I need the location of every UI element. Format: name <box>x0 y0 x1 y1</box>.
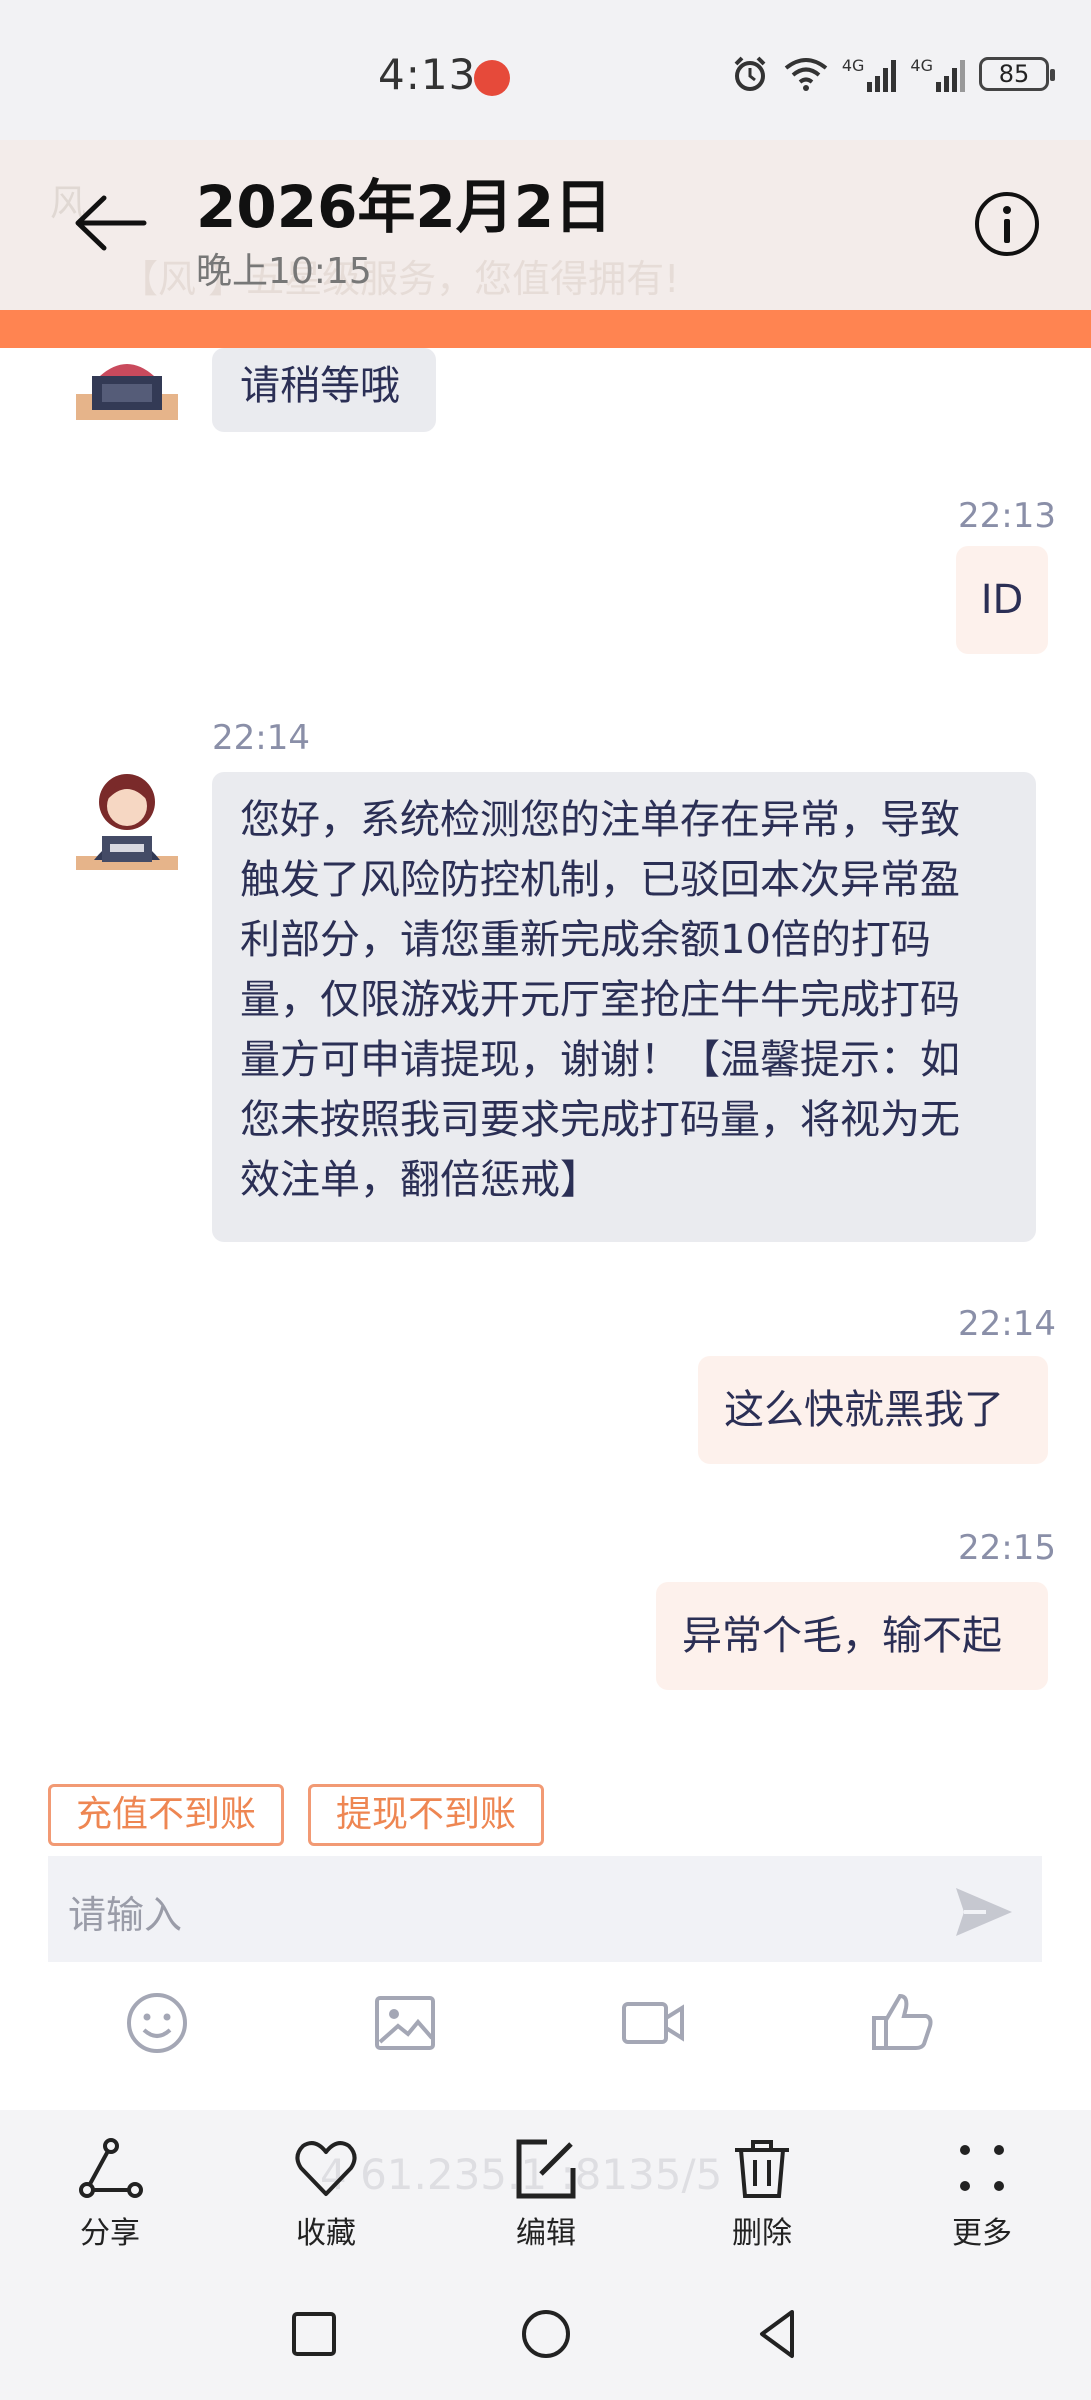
message-input[interactable]: 请输入 <box>48 1856 1042 1962</box>
status-time: 4:13 <box>378 50 477 99</box>
bottom-action-bar: 4 61.235.1 :8135/5 分享 收藏 编辑 删除 更多 <box>0 2110 1091 2264</box>
info-icon[interactable] <box>973 190 1041 258</box>
edit-icon <box>516 2139 576 2199</box>
chat-area[interactable]: 请稍等哦 22:13 ID 22:14 您好，系统检测您的注单存在异常，导致 触… <box>0 348 1091 1768</box>
signal-icon-2: 4G <box>910 56 965 92</box>
message-timestamp: 22:13 <box>958 496 1056 536</box>
heart-icon <box>295 2141 357 2196</box>
battery-icon: 85 <box>979 57 1055 91</box>
agent-avatar[interactable] <box>72 764 182 874</box>
more-icon <box>960 2145 1004 2191</box>
message-line: 触发了风险防控机制，已驳回本次异常盈 <box>240 857 960 903</box>
action-label: 编辑 <box>516 2216 576 2251</box>
status-bar: 4:13 4G 4G 85 <box>0 0 1091 140</box>
message-bubble-out[interactable]: 异常个毛，输不起 <box>656 1582 1048 1690</box>
image-icon[interactable] <box>372 1990 438 2056</box>
message-bubble-out[interactable]: 这么快就黑我了 <box>698 1356 1048 1464</box>
quick-reply-recharge[interactable]: 充值不到账 <box>48 1784 284 1846</box>
message-text: 请稍等哦 <box>240 363 400 409</box>
message-bubble-in[interactable]: 您好，系统检测您的注单存在异常，导致 触发了风险防控机制，已驳回本次异常盈 利部… <box>212 772 1036 1242</box>
system-nav-bar <box>0 2264 1091 2400</box>
message-text: ID <box>980 577 1024 623</box>
message-line: 利部分，请您重新完成余额10倍的打码 <box>240 917 931 963</box>
favorite-button[interactable]: 收藏 <box>266 2136 386 2251</box>
emoji-icon[interactable] <box>124 1990 190 2056</box>
action-label: 更多 <box>952 2216 1012 2251</box>
message-timestamp: 22:15 <box>958 1528 1056 1568</box>
message-timestamp: 22:14 <box>212 718 310 758</box>
action-label: 收藏 <box>296 2216 356 2251</box>
message-text: 这么快就黑我了 <box>724 1387 1004 1433</box>
send-icon[interactable] <box>954 1884 1014 1940</box>
trash-icon <box>735 2140 789 2198</box>
message-bubble-out[interactable]: ID <box>956 546 1048 654</box>
page-title: 2026年2月2日 <box>196 173 613 241</box>
message-line: 您未按照我司要求完成打码量，将视为无 <box>240 1097 960 1143</box>
edit-button[interactable]: 编辑 <box>486 2136 606 2251</box>
status-icons: 4G 4G 85 <box>730 54 1055 94</box>
app-notification-icon <box>474 60 510 96</box>
video-icon[interactable] <box>620 1990 686 2056</box>
page-subtitle: 晚上10:15 <box>196 251 372 292</box>
back-arrow-icon[interactable] <box>70 188 150 258</box>
alarm-icon <box>734 56 766 91</box>
recent-apps-icon[interactable] <box>284 2304 344 2364</box>
input-placeholder: 请输入 <box>68 1893 183 1937</box>
wifi-icon <box>784 58 828 91</box>
message-line: 您好，系统检测您的注单存在异常，导致 <box>240 797 960 843</box>
signal-icon-1: 4G <box>842 56 897 92</box>
action-label: 删除 <box>732 2216 792 2251</box>
delete-button[interactable]: 删除 <box>702 2136 822 2251</box>
home-icon[interactable] <box>516 2304 576 2364</box>
message-bubble-in[interactable]: 请稍等哦 <box>212 348 436 432</box>
message-timestamp: 22:14 <box>958 1304 1056 1344</box>
agent-avatar[interactable] <box>72 348 182 424</box>
share-icon <box>79 2138 143 2198</box>
orange-banner-bar <box>0 310 1091 348</box>
back-nav-icon[interactable] <box>748 2304 808 2364</box>
action-label: 分享 <box>80 2216 140 2251</box>
input-toolbar <box>0 1990 1091 2070</box>
thumbs-up-icon[interactable] <box>870 1990 936 2056</box>
message-line: 量方可申请提现，谢谢！【温馨提示：如 <box>240 1037 960 1083</box>
quick-reply-withdraw[interactable]: 提现不到账 <box>308 1784 544 1846</box>
message-line: 量，仅限游戏开元厅室抢庄牛牛完成打码 <box>240 977 960 1023</box>
message-line: 效注单，翻倍惩戒】 <box>240 1157 600 1203</box>
share-button[interactable]: 分享 <box>50 2136 170 2251</box>
message-text: 异常个毛，输不起 <box>682 1613 1002 1659</box>
more-button[interactable]: 更多 <box>922 2136 1042 2251</box>
